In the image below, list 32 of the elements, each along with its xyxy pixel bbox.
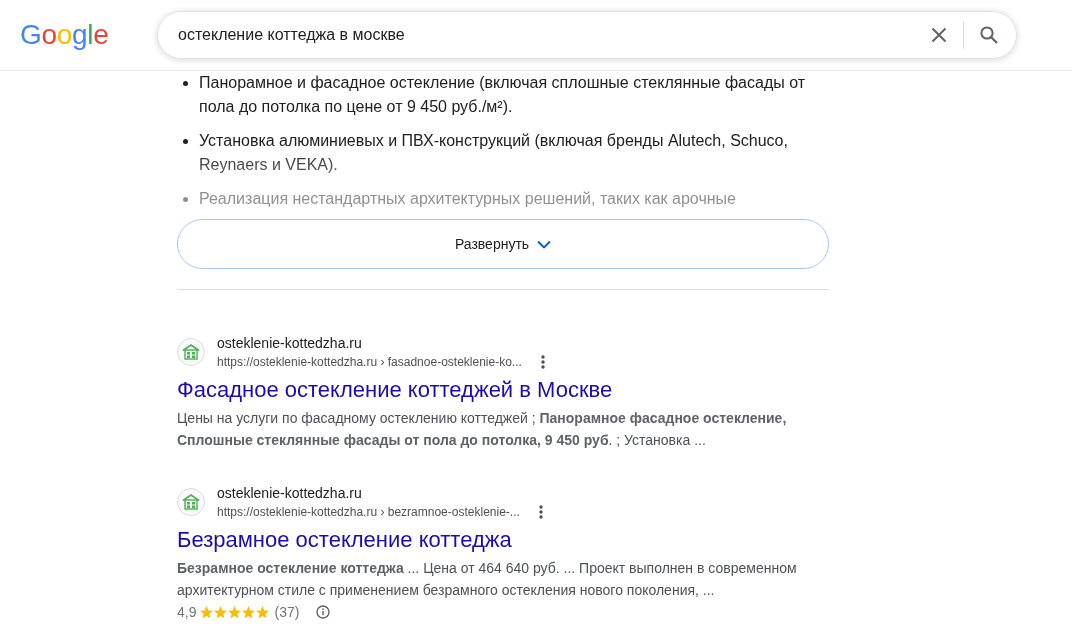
bullet-icon [183,197,188,202]
close-icon [931,27,947,43]
result-snippet: Цены на услуги по фасадному остеклению коттеджей ; Панорамное фасадное остекление, Сплошные стеклянные фасады от пола до потолка, 9 450 руб. ; Установка ... [177,409,788,450]
star-icon [242,605,256,619]
search-input[interactable]: остекление коттеджа в москве [178,18,919,52]
result-title-link[interactable]: Фасадное остекление коттеджей в Москве [177,377,613,403]
site-name: osteklenie-kottedzha.ru [217,334,363,353]
rating-score: 4,9 [177,604,197,620]
result-title-link[interactable]: Безрамное остекление коттеджа [177,527,512,553]
bullet-icon [183,139,188,144]
chevron-down-icon [537,239,552,249]
more-options-icon [540,355,545,369]
result-url: https://osteklenie-kottedzha.ru › fasadnoe-osteklenie-ko... [217,354,522,371]
star-icon [200,605,214,619]
star-icon [228,605,242,619]
info-icon[interactable] [316,605,331,619]
bullet-icon [183,81,188,86]
result-snippet: Безрамное остекление коттеджа ... Цена от 464 640 руб. ... Проект выполнен в современном архитектурном стиле с применением безрамного остекления нового поколения, ... [177,559,798,600]
list-item-text: Панорамное и фасадное остекление (включая сплошные стеклянные фасады от пола до потолка по цене от 9 450 руб./м²). [199,73,807,117]
more-options-icon [538,505,543,519]
list-item-text: Установка алюминиевых и ПВХ-конструкций (включая бренды Alutech, Schuco, Reynaers и VEKA). [199,131,789,175]
expand-button[interactable]: Развернуть [177,219,829,269]
logo[interactable]: Google [20,19,111,51]
house-icon [177,488,205,516]
house-icon [177,338,205,366]
search-icon [980,26,998,44]
review-count: (37) [274,604,300,620]
site-name: osteklenie-kottedzha.ru [217,484,363,503]
star-icon [214,605,228,619]
result-url: https://osteklenie-kottedzha.ru › bezramnoe-osteklenie-... [217,504,520,521]
star-icon [256,605,270,619]
list-item-text: Реализация нестандартных архитектурных решений, таких как арочные [199,189,736,209]
